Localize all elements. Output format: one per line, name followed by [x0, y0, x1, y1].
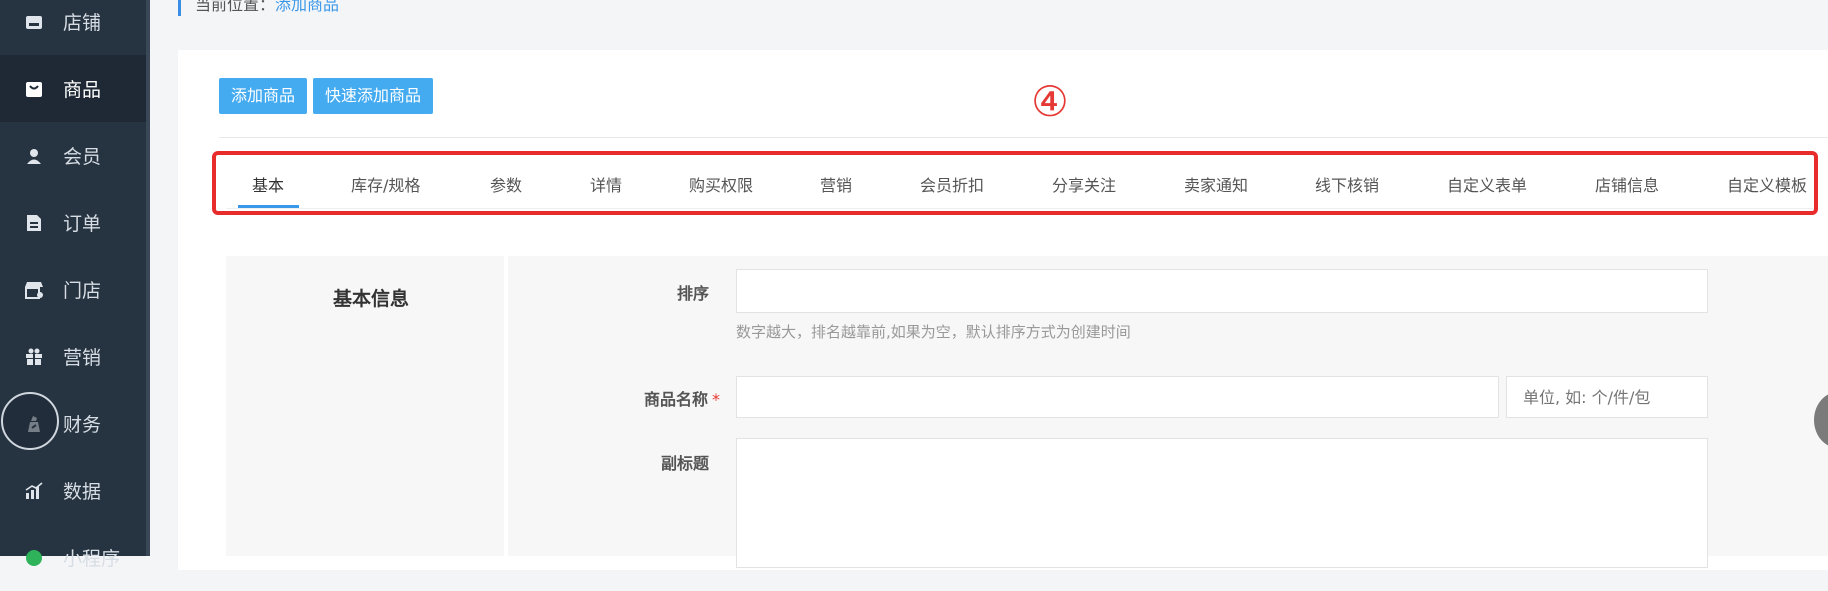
sidebar-item-label: 订单	[63, 213, 102, 235]
required-mark: *	[712, 390, 721, 409]
quick-add-goods-button[interactable]: 快速添加商品	[313, 78, 434, 114]
goods-name-label: 商品名称 *	[644, 386, 720, 410]
sidebar-item-order[interactable]: 订单	[0, 189, 146, 256]
order-icon	[24, 213, 44, 233]
sidebar-item-label: 店铺	[63, 12, 102, 34]
goods-icon	[24, 79, 44, 99]
active-tab-indicator	[238, 205, 299, 208]
breadcrumb-current[interactable]: 添加商品	[275, 0, 339, 14]
tabs-divider	[226, 208, 1814, 209]
tab-basic[interactable]: 基本	[252, 172, 284, 196]
sidebar-item-label: 商品	[63, 79, 102, 101]
store-icon	[24, 12, 44, 32]
sidebar-item-shop[interactable]: 门店	[0, 256, 146, 323]
sidebar: 店铺 商品 会员 订单 门店 营销 财务 数据 小程序	[0, 0, 146, 570]
tab-share-follow[interactable]: 分享关注	[1052, 172, 1116, 196]
chart-icon	[24, 481, 44, 501]
sidebar-item-label: 财务	[63, 414, 102, 436]
sidebar-item-label: 会员	[63, 146, 102, 168]
sidebar-edge	[146, 0, 150, 556]
toolbar-divider	[219, 137, 1828, 138]
subtitle-textarea[interactable]	[736, 438, 1708, 568]
tab-marketing[interactable]: 营销	[820, 172, 852, 196]
tab-params[interactable]: 参数	[490, 172, 522, 196]
member-icon	[24, 146, 44, 166]
sidebar-item-data[interactable]: 数据	[0, 457, 146, 524]
cursor-highlight-circle	[1, 392, 59, 450]
sidebar-item-label: 门店	[63, 280, 102, 302]
sidebar-item-store[interactable]: 店铺	[0, 0, 146, 55]
tab-detail[interactable]: 详情	[590, 172, 622, 196]
breadcrumb-prefix: 当前位置：	[195, 0, 276, 14]
gift-icon	[24, 347, 44, 367]
sidebar-item-goods[interactable]: 商品	[0, 55, 146, 122]
tab-member-discount[interactable]: 会员折扣	[920, 172, 984, 196]
step-marker: ④	[1031, 77, 1069, 126]
add-goods-button[interactable]: 添加商品	[219, 78, 308, 114]
unit-input[interactable]	[1506, 376, 1708, 418]
sidebar-item-member[interactable]: 会员	[0, 122, 146, 189]
tabs-highlight-box	[212, 151, 1818, 215]
sidebar-item-label: 营销	[63, 347, 102, 369]
subtitle-label: 副标题	[661, 454, 710, 473]
tab-stock-spec[interactable]: 库存/规格	[351, 172, 420, 196]
sidebar-item-marketing[interactable]: 营销	[0, 323, 146, 390]
sidebar-item-label: 小程序	[63, 548, 121, 570]
tab-custom-form[interactable]: 自定义表单	[1447, 172, 1527, 196]
breadcrumb: 当前位置：添加商品	[178, 0, 339, 16]
tab-seller-notify[interactable]: 卖家通知	[1184, 172, 1248, 196]
tab-purchase-permission[interactable]: 购买权限	[689, 172, 753, 196]
sort-input[interactable]	[736, 269, 1708, 313]
goods-name-input[interactable]	[736, 376, 1499, 418]
sidebar-item-miniapp[interactable]: 小程序	[0, 524, 146, 591]
shop-icon	[24, 280, 44, 300]
tab-offline-verify[interactable]: 线下核销	[1315, 172, 1379, 196]
sidebar-item-label: 数据	[63, 481, 102, 503]
section-title: 基本信息	[333, 288, 410, 310]
sort-label: 排序	[677, 284, 710, 303]
tab-store-info[interactable]: 店铺信息	[1595, 172, 1659, 196]
tab-custom-template[interactable]: 自定义模板	[1727, 172, 1807, 196]
miniapp-icon	[24, 548, 44, 568]
goods-name-label-text: 商品名称	[644, 390, 709, 409]
sort-help-text: 数字越大，排名越靠前,如果为空，默认排序方式为创建时间	[736, 323, 1131, 341]
